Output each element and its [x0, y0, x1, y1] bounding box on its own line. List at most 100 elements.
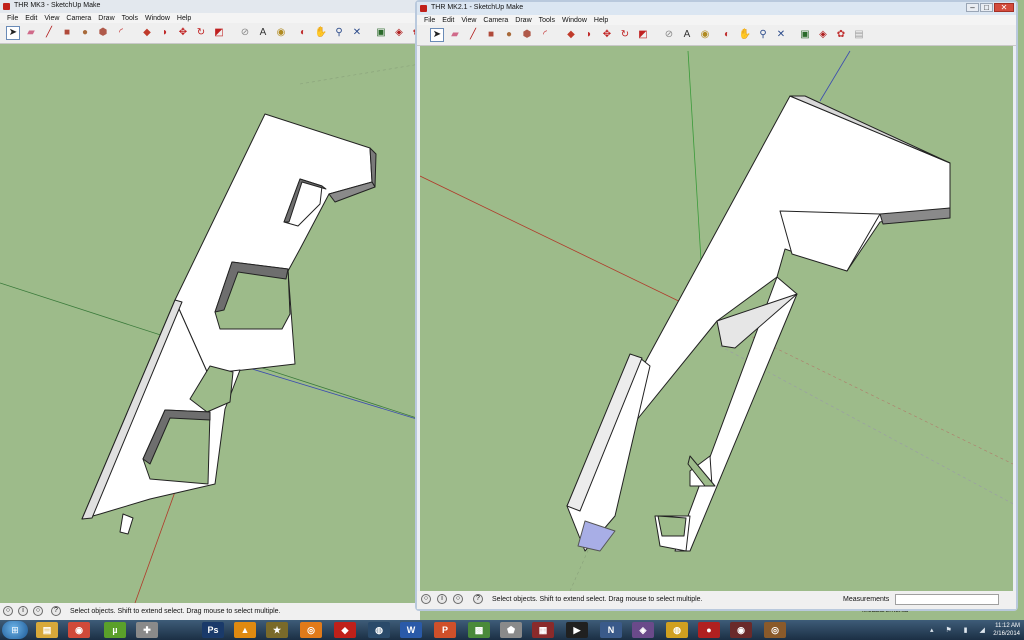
- circle-icon[interactable]: ●: [78, 26, 92, 40]
- game-icon-4[interactable]: ◍: [666, 622, 688, 638]
- extension-warehouse-icon[interactable]: ✿: [834, 28, 848, 42]
- follow-me-icon[interactable]: ◗: [582, 28, 596, 42]
- clock-date: 2/16/2014: [993, 631, 1020, 637]
- text-icon[interactable]: A: [256, 26, 270, 40]
- close-button[interactable]: ✕: [994, 3, 1014, 12]
- controller-icon[interactable]: ✚: [136, 622, 158, 638]
- left-toolbar: ➤▰╱■●⬢◜◆◗✥↻◩⊘A◉◐✋⚲✕▣◈✿: [0, 23, 421, 44]
- blender-icon[interactable]: ◎: [300, 622, 322, 638]
- paint-bucket-icon[interactable]: ◉: [698, 28, 712, 42]
- game-icon-3[interactable]: ◈: [632, 622, 654, 638]
- scale-icon[interactable]: ◩: [212, 26, 226, 40]
- left-drawing-area[interactable]: [0, 44, 420, 603]
- sketchup-app-icon: [420, 5, 427, 12]
- rectangle-icon[interactable]: ■: [60, 26, 74, 40]
- tape-measure-icon[interactable]: ⊘: [238, 26, 252, 40]
- push-pull-icon[interactable]: ◆: [140, 26, 154, 40]
- move-icon[interactable]: ✥: [176, 26, 190, 40]
- measurements-input[interactable]: [895, 594, 999, 605]
- system-tray-icons[interactable]: ▴ ⚑ ▮ ◢: [930, 626, 990, 634]
- chrome-icon[interactable]: ◉: [68, 622, 90, 638]
- tape-measure-icon[interactable]: ⊘: [662, 28, 676, 42]
- share-model-icon[interactable]: ◈: [816, 28, 830, 42]
- share-model-icon[interactable]: ◈: [392, 26, 406, 40]
- game-icon-6[interactable]: ◉: [730, 622, 752, 638]
- photoshop-icon[interactable]: Ps: [202, 622, 224, 638]
- minimize-button[interactable]: –: [966, 3, 979, 12]
- eraser-icon[interactable]: ▰: [448, 28, 462, 42]
- credits-icon[interactable]: i: [437, 594, 447, 604]
- text-icon[interactable]: A: [680, 28, 694, 42]
- forza-icon[interactable]: ▶: [566, 622, 588, 638]
- system-clock[interactable]: 11:12 AM 2/16/2014: [993, 622, 1020, 638]
- left-status-text: Select objects. Shift to extend select. …: [70, 608, 281, 615]
- game-icon-5[interactable]: ●: [698, 622, 720, 638]
- user-icon[interactable]: ○: [453, 594, 463, 604]
- warehouse-icon[interactable]: ▣: [374, 26, 388, 40]
- nfs-icon[interactable]: N: [600, 622, 622, 638]
- utorrent-icon[interactable]: µ: [104, 622, 126, 638]
- skyrim-icon[interactable]: ⬟: [500, 622, 522, 638]
- layout-icon[interactable]: ▤: [852, 28, 866, 42]
- pencil-line-icon[interactable]: ╱: [42, 26, 56, 40]
- push-pull-icon[interactable]: ◆: [564, 28, 578, 42]
- minecraft-icon[interactable]: ▩: [468, 622, 490, 638]
- powerpoint-icon[interactable]: P: [434, 622, 456, 638]
- right-sketchup-window: THR MK2.1 - SketchUp Make – □ ✕ File Edit…: [415, 0, 1018, 611]
- pan-icon[interactable]: ✋: [314, 26, 328, 40]
- polygon-icon[interactable]: ⬢: [520, 28, 534, 42]
- arc-icon[interactable]: ◜: [538, 28, 552, 42]
- zoom-icon[interactable]: ⚲: [756, 28, 770, 42]
- geo-location-icon[interactable]: ○: [3, 606, 13, 616]
- left-title-bar[interactable]: THR MK3 - SketchUp Make: [0, 0, 420, 13]
- clock-time: 11:12 AM: [995, 623, 1020, 629]
- maximize-button[interactable]: □: [980, 3, 993, 12]
- zoom-extents-icon[interactable]: ✕: [774, 28, 788, 42]
- help-icon[interactable]: ?: [473, 594, 483, 604]
- user-icon[interactable]: ○: [33, 606, 43, 616]
- right-title-bar[interactable]: THR MK2.1 - SketchUp Make – □ ✕: [417, 2, 1016, 15]
- sketchup-icon[interactable]: ◆: [334, 622, 356, 638]
- warehouse-icon[interactable]: ▣: [798, 28, 812, 42]
- game-icon[interactable]: ★: [266, 622, 288, 638]
- select-arrow-icon[interactable]: ➤: [6, 26, 20, 40]
- game-icon-2[interactable]: ▦: [532, 622, 554, 638]
- left-model-canvas: [0, 63, 420, 603]
- follow-me-icon[interactable]: ◗: [158, 26, 172, 40]
- circle-icon[interactable]: ●: [502, 28, 516, 42]
- pencil-line-icon[interactable]: ╱: [466, 28, 480, 42]
- scale-icon[interactable]: ◩: [636, 28, 650, 42]
- rotate-icon[interactable]: ↻: [618, 28, 632, 42]
- rectangle-icon[interactable]: ■: [484, 28, 498, 42]
- windows-explorer-icon[interactable]: ▤: [36, 622, 58, 638]
- move-icon[interactable]: ✥: [600, 28, 614, 42]
- eraser-icon[interactable]: ▰: [24, 26, 38, 40]
- word-icon[interactable]: W: [400, 622, 422, 638]
- pan-icon[interactable]: ✋: [738, 28, 752, 42]
- game-icon-7[interactable]: ◎: [764, 622, 786, 638]
- start-button[interactable]: ⊞: [2, 621, 28, 639]
- polygon-icon[interactable]: ⬢: [96, 26, 110, 40]
- zoom-extents-icon[interactable]: ✕: [350, 26, 364, 40]
- credits-icon[interactable]: i: [18, 606, 28, 616]
- arc-icon[interactable]: ◜: [114, 26, 128, 40]
- left-status-bar: ○ i ○ ? Select objects. Shift to extend …: [0, 603, 420, 620]
- right-status-text: Select objects. Shift to extend select. …: [492, 596, 703, 603]
- steam-icon[interactable]: ◍: [368, 622, 390, 638]
- rotate-icon[interactable]: ↻: [194, 26, 208, 40]
- windows-taskbar: ⊞ ▤ ◉ µ ✚ Ps ▲ ★ ◎ ◆ ◍ W P ▩ ⬟ ▦ ▶ N ◈ ◍ ● ◉ ◎ ▴ ⚑ ▮ ◢ 11:12 …: [0, 620, 1024, 640]
- geo-location-icon[interactable]: ○: [421, 594, 431, 604]
- select-arrow-icon[interactable]: ➤: [430, 28, 444, 42]
- sketchup-app-icon: [3, 3, 10, 10]
- zoom-icon[interactable]: ⚲: [332, 26, 346, 40]
- green-axis-line: [687, 50, 703, 277]
- paint-bucket-icon[interactable]: ◉: [274, 26, 288, 40]
- right-status-bar: ○ i ○ ? Select objects. Shift to extend …: [417, 591, 1016, 609]
- blue-axis-line: [819, 50, 851, 102]
- orbit-icon[interactable]: ◐: [296, 26, 310, 40]
- help-icon[interactable]: ?: [51, 606, 61, 616]
- orbit-icon[interactable]: ◐: [720, 28, 734, 42]
- right-drawing-area[interactable]: [420, 46, 1013, 591]
- axis-dotted-line: [299, 63, 420, 85]
- vlc-icon[interactable]: ▲: [234, 622, 256, 638]
